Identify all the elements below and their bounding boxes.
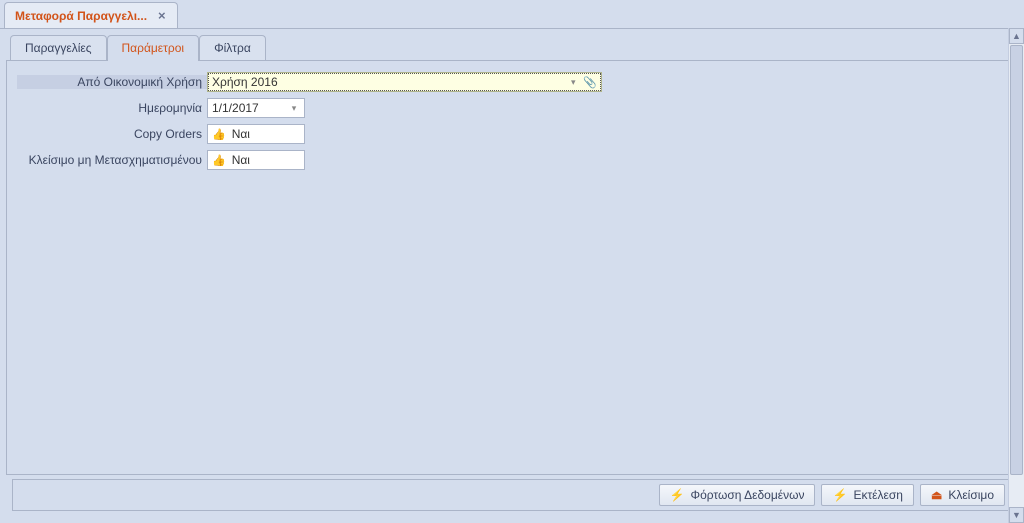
chevron-down-icon[interactable]: ▾ bbox=[288, 103, 300, 114]
row-date: Ημερομηνία 1/1/2017 ▾ bbox=[17, 97, 1007, 119]
label-fiscal: Από Οικονομική Χρήση bbox=[17, 75, 207, 89]
eject-icon: ⏏ bbox=[931, 488, 942, 502]
date-value: 1/1/2017 bbox=[212, 101, 288, 115]
action-bar: ⚡ Φόρτωση Δεδομένων ⚡ Εκτέλεση ⏏ Κλείσιμ… bbox=[12, 479, 1012, 511]
load-data-label: Φόρτωση Δεδομένων bbox=[691, 488, 805, 502]
label-date: Ημερομηνία bbox=[17, 101, 207, 115]
row-copy: Copy Orders 👍 Ναι bbox=[17, 123, 1007, 145]
date-input[interactable]: 1/1/2017 ▾ bbox=[207, 98, 305, 118]
close-button[interactable]: ⏏ Κλείσιμο bbox=[920, 484, 1005, 506]
panel-wrap: Παραγγελίες Παράμετροι Φίλτρα Από Οικονο… bbox=[0, 28, 1024, 523]
tab-filters-label: Φίλτρα bbox=[214, 41, 251, 55]
bolt-icon: ⚡ bbox=[832, 488, 847, 502]
document-tab-title: Μεταφορά Παραγγελι... bbox=[15, 9, 147, 23]
close-untransformed-toggle[interactable]: 👍 Ναι bbox=[207, 150, 305, 170]
scrollbar-thumb[interactable] bbox=[1010, 45, 1023, 475]
thumbs-up-icon: 👍 bbox=[212, 128, 226, 141]
inner-tab-bar: Παραγγελίες Παράμετροι Φίλτρα bbox=[6, 35, 1018, 60]
chevron-down-icon[interactable]: ▾ bbox=[567, 77, 579, 88]
close-label: Κλείσιμο bbox=[948, 488, 994, 502]
document-tab-bar: Μεταφορά Παραγγελι... × bbox=[0, 0, 1024, 28]
tab-params-label: Παράμετροι bbox=[122, 41, 185, 55]
run-button[interactable]: ⚡ Εκτέλεση bbox=[821, 484, 913, 506]
tab-filters[interactable]: Φίλτρα bbox=[199, 35, 266, 60]
copy-orders-value: Ναι bbox=[232, 127, 250, 141]
close-untransformed-value: Ναι bbox=[232, 153, 250, 167]
bolt-icon: ⚡ bbox=[670, 488, 685, 502]
params-content: Από Οικονομική Χρήση Χρήση 2016 ▾ 📎 Ημερ… bbox=[6, 60, 1018, 475]
row-fiscal: Από Οικονομική Χρήση Χρήση 2016 ▾ 📎 bbox=[17, 71, 1007, 93]
tab-orders-label: Παραγγελίες bbox=[25, 41, 92, 55]
thumbs-up-icon: 👍 bbox=[212, 154, 226, 167]
fiscal-year-value: Χρήση 2016 bbox=[212, 75, 567, 89]
run-label: Εκτέλεση bbox=[853, 488, 903, 502]
scroll-up-arrow-icon[interactable]: ▲ bbox=[1009, 28, 1024, 44]
scroll-down-arrow-icon[interactable]: ▼ bbox=[1009, 507, 1024, 523]
row-close-untransformed: Κλείσιμο μη Μετασχηματισμένου 👍 Ναι bbox=[17, 149, 1007, 171]
load-data-button[interactable]: ⚡ Φόρτωση Δεδομένων bbox=[659, 484, 816, 506]
label-close-untransformed: Κλείσιμο μη Μετασχηματισμένου bbox=[17, 153, 207, 167]
paperclip-icon[interactable]: 📎 bbox=[583, 76, 597, 89]
close-icon[interactable]: × bbox=[155, 8, 169, 23]
app-window: Μεταφορά Παραγγελι... × Παραγγελίες Παρά… bbox=[0, 0, 1024, 523]
copy-orders-toggle[interactable]: 👍 Ναι bbox=[207, 124, 305, 144]
document-tab[interactable]: Μεταφορά Παραγγελι... × bbox=[4, 2, 178, 28]
fiscal-year-combo[interactable]: Χρήση 2016 ▾ 📎 bbox=[207, 72, 602, 92]
panel: Παραγγελίες Παράμετροι Φίλτρα Από Οικονο… bbox=[6, 35, 1018, 517]
label-copy: Copy Orders bbox=[17, 127, 207, 141]
vertical-scrollbar[interactable]: ▲ ▼ bbox=[1008, 28, 1024, 523]
tab-orders[interactable]: Παραγγελίες bbox=[10, 35, 107, 60]
tab-params[interactable]: Παράμετροι bbox=[107, 35, 200, 60]
